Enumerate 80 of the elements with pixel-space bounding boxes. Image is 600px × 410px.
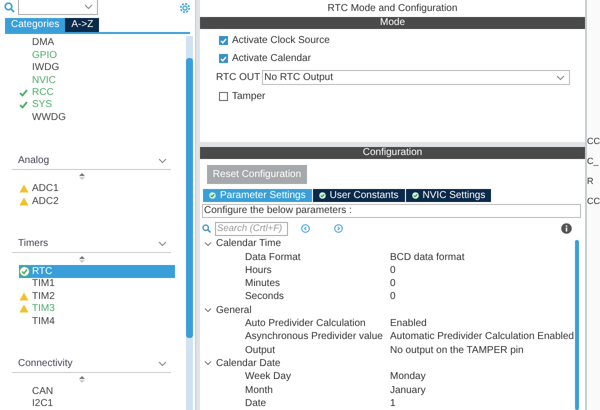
field-label: RTC OUT: [216, 72, 260, 83]
parameter-value[interactable]: Monday: [390, 371, 426, 382]
section-header[interactable]: Connectivity: [12, 355, 171, 374]
parameter-name: Data Format: [245, 252, 302, 263]
settings-tab[interactable]: User Constants: [312, 189, 405, 202]
group-row[interactable]: General: [200, 304, 585, 317]
settings-icon[interactable]: [179, 2, 191, 14]
parameter-value[interactable]: 1: [390, 398, 396, 409]
sort-arrows-icon[interactable]: [78, 172, 84, 180]
sidebar-item[interactable]: TIM4: [19, 314, 175, 328]
chevron-icon: [158, 360, 167, 367]
sidebar-item[interactable]: DMA: [19, 36, 175, 50]
checkbox-label: Activate Clock Source: [232, 35, 330, 46]
parameter-value[interactable]: 0: [390, 264, 396, 276]
parameter-name: Auto Predivider Calculation: [245, 318, 367, 330]
pin-label: R: [587, 176, 594, 186]
section-header[interactable]: Timers: [12, 235, 171, 254]
panel-title: RTC Mode and Configuration: [200, 0, 585, 17]
search-icon[interactable]: [4, 2, 15, 14]
parameter-value[interactable]: 0: [390, 278, 396, 290]
chevron-icon: [204, 307, 212, 314]
sidebar-item[interactable]: WWDG: [19, 111, 175, 124]
parameter-value[interactable]: BCD data format: [390, 252, 464, 263]
settings-tab[interactable]: NVIC Settings: [406, 189, 492, 202]
parameter-name: Hours: [245, 264, 273, 276]
parameter-value[interactable]: Automatic Predivider Calculation Enabled: [390, 331, 574, 342]
search-icon: [202, 224, 211, 234]
pin-label: CC: [587, 196, 600, 206]
parameter-value[interactable]: Enabled: [390, 318, 427, 330]
sort-arrows-icon[interactable]: [78, 256, 84, 263]
sidebar-item[interactable]: IWDG: [19, 62, 175, 74]
check-circle-icon: [19, 266, 30, 277]
parameter-value[interactable]: 0: [390, 291, 396, 302]
section-header[interactable]: Analog: [12, 152, 171, 170]
sidebar-item[interactable]: ADC1: [19, 182, 175, 195]
search-field[interactable]: Search (Crtl+F): [215, 222, 288, 236]
category-tab[interactable]: A->Z: [65, 18, 100, 32]
sidebar-item[interactable]: ADC2: [19, 194, 175, 208]
chevron-icon: [556, 74, 566, 80]
chevron-icon: [204, 240, 212, 247]
rtc-out-select[interactable]: No RTC Output: [262, 70, 570, 85]
group-row[interactable]: Calendar Date: [200, 356, 585, 370]
group-row[interactable]: Calendar Time: [200, 237, 585, 250]
chevron-icon: [158, 158, 167, 164]
parameter-value[interactable]: January: [390, 384, 426, 396]
scrollbar[interactable]: [575, 240, 579, 410]
check-circle-icon: [318, 192, 326, 200]
configuration-header: Configuration: [200, 147, 585, 160]
chevron-icon: [158, 240, 167, 247]
sidebar-item[interactable]: I2C1: [19, 398, 175, 410]
hint-text: Configure the below parameters :: [202, 204, 581, 218]
check-circle-icon: [412, 192, 419, 200]
parameter-name: Asynchronous Predivider value: [245, 331, 384, 342]
sidebar-item[interactable]: TIM1: [19, 278, 175, 290]
sidebar-item[interactable]: CAN: [19, 385, 175, 398]
parameter-name: Date: [245, 398, 268, 409]
checkbox-label: Tamper: [232, 91, 266, 102]
checkbox-label: Activate Calendar: [232, 53, 311, 64]
parameter-name: Output: [245, 344, 276, 356]
next-icon[interactable]: [334, 224, 343, 234]
checkbox[interactable]: [219, 54, 228, 63]
checkbox[interactable]: [219, 92, 228, 101]
scrollbar[interactable]: [186, 36, 193, 410]
parameter-name: Month: [245, 384, 274, 396]
previous-icon[interactable]: [301, 224, 310, 234]
parameter-value[interactable]: No output on the TAMPER pin: [390, 344, 524, 356]
info-icon[interactable]: [561, 223, 572, 234]
pin-label: C_: [587, 156, 600, 166]
pin-label: CC: [587, 136, 600, 146]
parameter-name: Seconds: [245, 291, 285, 302]
checkbox[interactable]: [219, 36, 228, 45]
parameter-name: Week Day: [245, 371, 292, 382]
check-circle-icon: [209, 192, 216, 200]
mode-header: Mode: [200, 17, 585, 29]
chevron-icon: [204, 360, 212, 366]
search-combo[interactable]: [18, 0, 98, 16]
chevron-icon: [84, 4, 93, 10]
parameter-name: Minutes: [245, 278, 282, 290]
sidebar-item[interactable]: TIM2: [19, 290, 175, 302]
sort-arrows-icon[interactable]: [78, 376, 84, 383]
